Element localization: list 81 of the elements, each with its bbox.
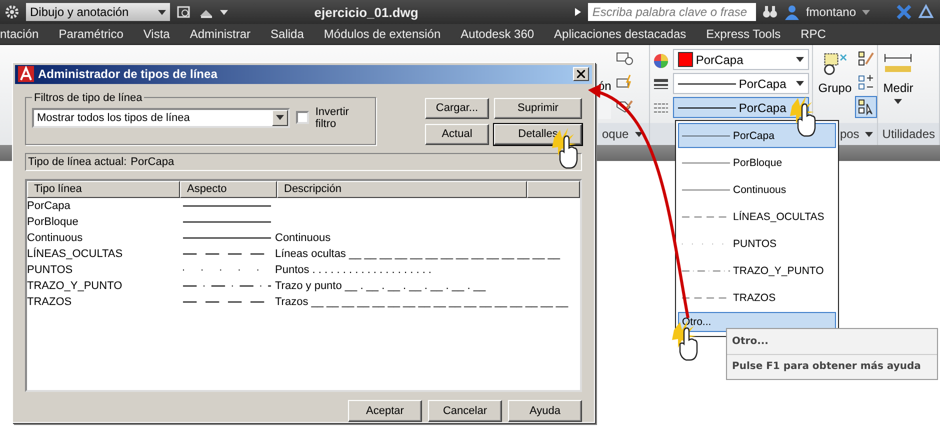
user-icon[interactable] bbox=[784, 4, 800, 20]
tooltip-title: Otro... bbox=[727, 329, 937, 355]
color-dropdown[interactable]: PorCapa bbox=[672, 49, 810, 70]
menu-item[interactable]: PUNTOS bbox=[678, 231, 836, 256]
table-cell[interactable]: TRAZO_Y_PUNTO bbox=[27, 280, 180, 292]
autocad-logo-icon bbox=[18, 66, 34, 82]
column-header[interactable]: Descripción bbox=[277, 180, 527, 198]
column-header[interactable]: Aspecto bbox=[180, 180, 277, 198]
file-name: ejercicio_01.dwg bbox=[314, 4, 418, 20]
dialog-title: Administrador de tipos de línea bbox=[38, 67, 218, 82]
close-icon bbox=[577, 70, 585, 78]
checkbox-label[interactable]: Invertir filtro bbox=[315, 106, 369, 130]
menu-item[interactable]: TRAZOS bbox=[678, 285, 836, 310]
ribbon-tab[interactable]: Salida bbox=[260, 27, 314, 41]
ribbon-tab[interactable]: Administrar bbox=[180, 27, 261, 41]
table-cell[interactable]: PUNTOS bbox=[27, 264, 180, 276]
group-select-icon[interactable] bbox=[856, 97, 876, 117]
menu-item[interactable]: Continuous bbox=[678, 177, 836, 202]
line-pattern-icon bbox=[183, 284, 271, 288]
open-icon[interactable] bbox=[176, 4, 192, 20]
caret-icon[interactable] bbox=[862, 8, 870, 16]
group-button[interactable]: Grupo bbox=[816, 49, 854, 119]
table-cell[interactable]: Continuous bbox=[27, 232, 180, 244]
panel-label[interactable]: pos bbox=[840, 127, 860, 141]
current-linetype-label: Tipo de línea actual: bbox=[28, 156, 127, 168]
search-field[interactable]: Escriba palabra clave o frase bbox=[588, 3, 756, 21]
gear-icon[interactable] bbox=[4, 4, 20, 20]
line-pattern-icon bbox=[183, 236, 271, 240]
line-pattern-icon bbox=[183, 220, 271, 224]
group-label: Filtros de tipo de línea bbox=[33, 92, 144, 104]
measure-button[interactable]: Medir bbox=[881, 49, 916, 119]
column-header[interactable]: Tipo línea bbox=[27, 180, 180, 198]
ribbon-tab[interactable]: ntación bbox=[0, 27, 49, 41]
column-header[interactable] bbox=[527, 180, 580, 198]
ribbon-tab[interactable]: Aplicaciones destacadas bbox=[544, 27, 696, 41]
table-cell[interactable]: LÍNEAS_OCULTAS bbox=[27, 248, 180, 260]
caret-icon[interactable] bbox=[220, 8, 228, 16]
dialog-button[interactable]: Detalles bbox=[494, 124, 582, 145]
dialog-button[interactable]: Ayuda bbox=[508, 400, 582, 422]
user-name[interactable]: fmontano bbox=[806, 5, 856, 19]
binoculars-icon[interactable] bbox=[762, 4, 778, 20]
filter-dropdown[interactable]: Mostrar todos los tipos de línea bbox=[32, 108, 290, 128]
table-cell[interactable]: PorCapa bbox=[27, 200, 180, 212]
ribbon-tab[interactable]: RPC bbox=[790, 27, 836, 41]
dialog-button[interactable]: Cargar... bbox=[425, 98, 489, 119]
line-pattern-icon bbox=[682, 160, 730, 164]
table-cell[interactable]: TRAZOS bbox=[27, 296, 180, 308]
checkbox[interactable] bbox=[296, 111, 310, 124]
dialog-button[interactable]: Actual bbox=[425, 124, 489, 145]
dialog-button[interactable]: Suprimir bbox=[494, 98, 582, 119]
play-icon[interactable] bbox=[574, 8, 582, 16]
line-pattern-icon bbox=[682, 134, 730, 138]
table-cell: Trazos __ __ __ __ __ __ __ __ __ __ __ __ __ __ __ __ __ bbox=[275, 296, 568, 308]
ribbon-tab[interactable]: Paramétrico bbox=[48, 27, 134, 41]
table-cell: Líneas ocultas __ __ __ __ __ __ __ __ __ __ __ __ __ __ bbox=[275, 248, 560, 260]
ribbon-tab[interactable]: Express Tools bbox=[696, 27, 791, 41]
line-pattern-icon bbox=[682, 188, 730, 192]
menu-item[interactable]: LÍNEAS_OCULTAS bbox=[678, 204, 836, 229]
current-linetype-value: PorCapa bbox=[130, 156, 174, 168]
line-sample-icon bbox=[678, 82, 736, 86]
table-cell: Trazo y punto __ . __ . __ . __ . __ . __ . __ bbox=[275, 280, 486, 292]
dialog-button[interactable]: Cancelar bbox=[428, 400, 502, 422]
line-sample-icon bbox=[678, 106, 736, 110]
color-swatch bbox=[678, 52, 693, 67]
ribbon-tab[interactable]: Autodesk 360 bbox=[450, 27, 544, 41]
table-cell: Puntos . . . . . . . . . . . . . . . . . . . . bbox=[275, 264, 432, 276]
triangle-icon[interactable] bbox=[918, 4, 934, 20]
line-pattern-icon bbox=[183, 204, 271, 208]
close-button[interactable] bbox=[573, 67, 589, 82]
tooltip-help: Pulse F1 para obtener más ayuda bbox=[731, 360, 922, 374]
ribbon-tab[interactable]: Vista bbox=[133, 27, 180, 41]
lineweight-dropdown[interactable]: PorCapa bbox=[672, 73, 810, 94]
color-wheel-icon bbox=[652, 53, 669, 69]
dialog-button[interactable]: Aceptar bbox=[348, 400, 422, 422]
ribbon-tab[interactable]: Módulos de extensión bbox=[314, 27, 451, 41]
table-cell[interactable]: PorBloque bbox=[27, 216, 180, 228]
menu-item[interactable]: PorBloque bbox=[678, 150, 836, 175]
workspace-dropdown[interactable]: Dibujo y anotación bbox=[26, 3, 170, 21]
table-cell: Continuous bbox=[275, 232, 331, 244]
menu-item[interactable]: TRAZO_Y_PUNTO bbox=[678, 258, 836, 283]
menu-item[interactable]: PorCapa bbox=[678, 123, 836, 148]
